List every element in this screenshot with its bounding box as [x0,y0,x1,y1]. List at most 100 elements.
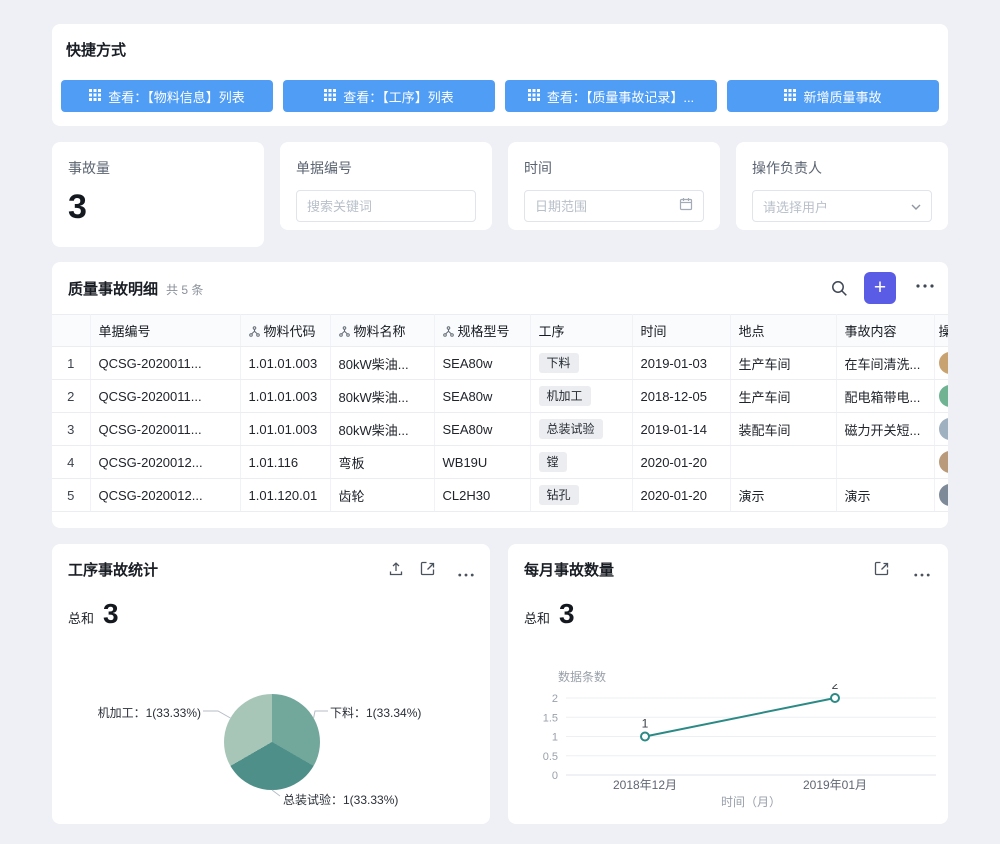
process-tag: 机加工 [539,386,591,406]
doc-number-filter-card: 单据编号 [280,142,492,230]
table-row[interactable]: 4 QCSG-2020012... 1.01.116 弯板 WB19U 镗 20… [52,446,948,479]
process-tag: 总装试验 [539,419,603,439]
process-tag: 钻孔 [539,485,579,505]
open-in-new-icon[interactable] [420,561,436,577]
view-material-info-list-button[interactable]: 查看：【物料信息】列表 [61,80,273,112]
relation-icon [339,325,350,340]
cell-place: 演示 [730,479,836,512]
date-range-input[interactable] [524,190,704,222]
cell-place [730,446,836,479]
table-row[interactable]: 1 QCSG-2020011... 1.01.01.003 80kW柴油... … [52,347,948,380]
table-title: 质量事故明细共 5 条 [68,278,203,299]
cell-name: 80kW柴油... [330,380,434,413]
cell-time: 2019-01-14 [632,413,730,446]
table-row[interactable]: 2 QCSG-2020011... 1.01.01.003 80kW柴油... … [52,380,948,413]
table-row[interactable]: 5 QCSG-2020012... 1.01.120.01 齿轮 CL2H30 … [52,479,948,512]
table-row[interactable]: 3 QCSG-2020011... 1.01.01.003 80kW柴油... … [52,413,948,446]
cell-owner [934,479,948,512]
export-icon[interactable] [388,561,404,577]
cell-owner [934,347,948,380]
y-axis-label: 数据条数 [558,668,606,685]
cell-spec: CL2H30 [434,479,530,512]
operator-filter-card: 操作负责人 请选择用户 [736,142,948,230]
cell-spec: SEA80w [434,347,530,380]
cell-code: 1.01.120.01 [240,479,330,512]
cell-process: 下料 [530,347,632,380]
cell-code: 1.01.01.003 [240,413,330,446]
more-options-icon[interactable] [916,283,934,289]
cell-name: 弯板 [330,446,434,479]
svg-text:2: 2 [832,684,839,692]
cell-name: 齿轮 [330,479,434,512]
svg-text:2019年01月: 2019年01月 [803,778,867,792]
doc-number-label: 单据编号 [296,158,476,178]
time-filter-card: 时间 [508,142,720,230]
button-label: 查看：【物料信息】列表 [108,87,245,106]
process-accident-stats-card: 工序事故统计 总和 3 机加工：1(33.33%) 下料：1(33.34%) 总… [52,544,490,824]
avatar [939,451,949,473]
cell-content: 在车间清洗... [836,347,934,380]
cell-doc: QCSG-2020012... [90,446,240,479]
view-process-list-button[interactable]: 查看：【工序】列表 [283,80,495,112]
column-header-spec: 规格型号 [434,315,530,347]
open-in-new-icon[interactable] [874,561,890,577]
table-scroll-area[interactable]: 单据编号 物料代码 物料名称 规格型号 工序 时间 地点 事故内容 操作 1 Q… [52,314,948,528]
button-label: 查看：【工序】列表 [343,87,454,106]
cell-code: 1.01.116 [240,446,330,479]
svg-text:2: 2 [552,693,558,705]
table-header-bar: 质量事故明细共 5 条 + [52,262,948,314]
view-quality-records-button[interactable]: 查看：【质量事故记录】... [505,80,717,112]
process-tag: 镗 [539,452,567,472]
svg-text:2018年12月: 2018年12月 [613,778,677,792]
accident-count-value: 3 [68,188,248,227]
relation-icon [443,325,454,340]
column-header-name: 物料名称 [330,315,434,347]
add-record-button[interactable]: + [864,272,896,304]
column-header-doc: 单据编号 [90,315,240,347]
svg-text:时间（月）: 时间（月） [721,795,781,809]
search-keyword-field[interactable] [307,199,465,214]
avatar [939,418,949,440]
pie-total: 总和 3 [68,598,119,630]
date-range-field[interactable] [535,199,673,214]
svg-text:1: 1 [642,717,649,731]
cell-process: 镗 [530,446,632,479]
doc-number-search-input[interactable] [296,190,476,222]
grid-icon [784,89,796,104]
button-label: 新增质量事故 [803,87,881,106]
index-column-header [52,315,90,347]
cell-doc: QCSG-2020012... [90,479,240,512]
add-quality-accident-button[interactable]: 新增质量事故 [727,80,939,112]
svg-text:1: 1 [552,732,558,744]
avatar [939,352,949,374]
avatar [939,484,949,506]
cell-index: 2 [52,380,90,413]
cell-index: 5 [52,479,90,512]
pie-chart-title: 工序事故统计 [68,559,158,580]
line-chart: 00.511.5212018年12月22019年01月时间（月） [508,684,948,844]
total-label: 总和 [524,608,550,627]
user-select[interactable]: 请选择用户 [752,190,932,222]
search-icon[interactable] [830,279,848,297]
table-header-row: 单据编号 物料代码 物料名称 规格型号 工序 时间 地点 事故内容 操作 [52,315,948,347]
column-header-code: 物料代码 [240,315,330,347]
total-value: 3 [559,598,575,630]
cell-content [836,446,934,479]
user-select-placeholder: 请选择用户 [763,197,905,216]
more-options-icon[interactable] [458,567,474,583]
monthly-accident-count-card: 每月事故数量 总和 3 数据条数 00.511.5212018年12月22019… [508,544,948,824]
column-header-time: 时间 [632,315,730,347]
pie-slice-label-left: 机加工：1(33.33%) [98,704,201,721]
cell-content: 演示 [836,479,934,512]
cell-process: 总装试验 [530,413,632,446]
column-header-content: 事故内容 [836,315,934,347]
chevron-down-icon [911,197,921,215]
cell-index: 4 [52,446,90,479]
record-count: 共 5 条 [166,283,203,297]
button-label: 查看：【质量事故记录】... [547,87,694,106]
pie-chart[interactable] [224,694,320,790]
total-label: 总和 [68,608,94,627]
cell-doc: QCSG-2020011... [90,347,240,380]
quick-actions-row: 查看：【物料信息】列表 查看：【工序】列表 查看：【质量事故记录】... 新增质… [61,80,939,112]
more-options-icon[interactable] [914,567,930,583]
